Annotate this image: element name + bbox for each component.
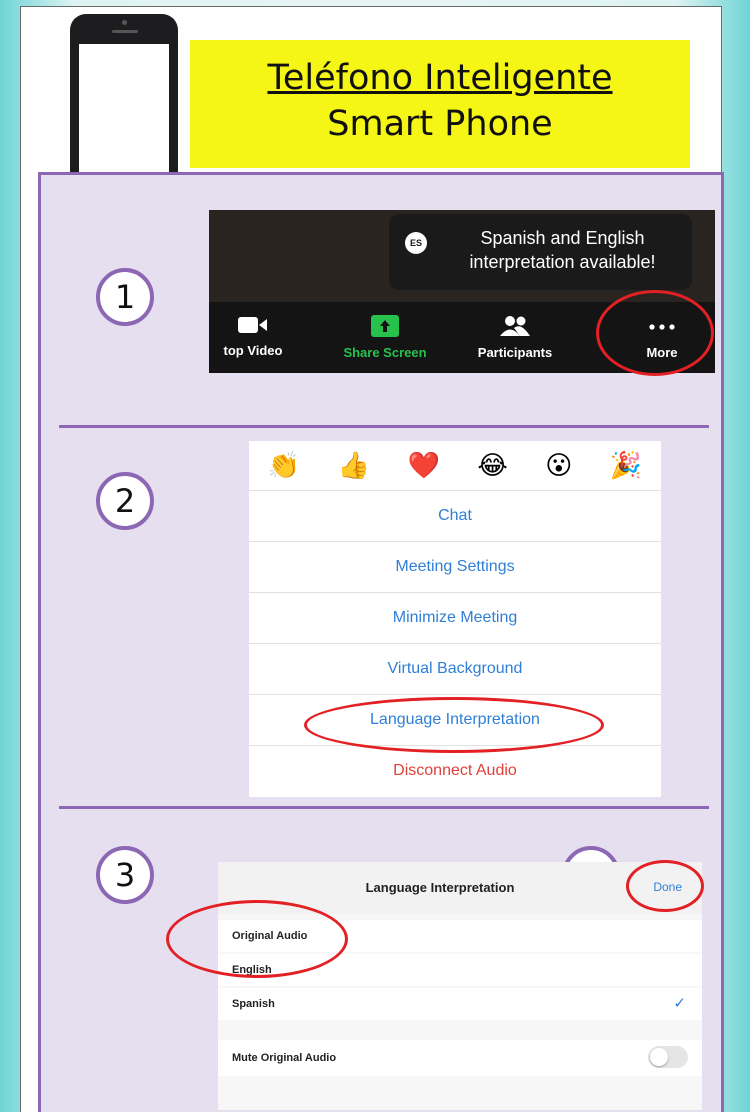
option-spanish[interactable]: Spanish ✓ [218, 988, 702, 1020]
participants-icon [500, 316, 530, 336]
stop-video-label: top Video [223, 343, 283, 358]
share-screen-icon [371, 315, 399, 337]
menu-item-meeting-settings[interactable]: Meeting Settings [249, 541, 661, 592]
menu-item-chat[interactable]: Chat [249, 490, 661, 541]
share-screen-label: Share Screen [343, 345, 427, 360]
stop-video-button[interactable]: top Video [209, 315, 301, 371]
step-number-3: 3 [96, 846, 154, 904]
menu-item-minimize-meeting[interactable]: Minimize Meeting [249, 592, 661, 643]
title-english: Smart Phone [327, 104, 553, 144]
spanish-label: Spanish [232, 998, 275, 1010]
participants-label: Participants [477, 345, 553, 360]
checkmark-icon: ✓ [673, 995, 686, 1012]
title-box: Teléfono Inteligente Smart Phone [190, 40, 690, 168]
clap-reaction-icon[interactable]: 👏 [268, 450, 300, 481]
divider-2 [59, 806, 709, 809]
share-screen-button[interactable]: Share Screen [323, 315, 447, 371]
tooltip-line-2: interpretation available! [469, 252, 656, 272]
participants-button[interactable]: Participants [463, 315, 567, 371]
phone-camera [122, 20, 127, 25]
language-interpretation-screenshot: Language Interpretation Done Original Au… [218, 862, 702, 1110]
mute-original-audio-row: Mute Original Audio [218, 1040, 702, 1076]
step-number-1: 1 [96, 268, 154, 326]
mute-original-audio-toggle[interactable] [648, 1046, 688, 1068]
video-camera-icon [238, 317, 267, 333]
laugh-reaction-icon[interactable]: 😂 [477, 450, 507, 481]
divider-1 [59, 425, 709, 428]
thumbs-up-reaction-icon[interactable]: 👍 [338, 450, 370, 481]
more-highlight-ring [596, 290, 714, 376]
done-highlight-ring [626, 860, 704, 912]
phone-speaker [112, 30, 138, 33]
mute-original-audio-label: Mute Original Audio [232, 1052, 337, 1064]
heart-reaction-icon[interactable]: ❤️ [408, 450, 440, 481]
reaction-row: 👏 👍 ❤️ 😂 😮 🎉 [249, 441, 661, 490]
step-number-2: 2 [96, 472, 154, 530]
surprised-reaction-icon[interactable]: 😮 [545, 450, 572, 481]
menu-item-virtual-background[interactable]: Virtual Background [249, 643, 661, 694]
interpretation-tooltip: ES Spanish and English interpretation av… [389, 214, 692, 290]
tooltip-line-1: Spanish and English [480, 228, 645, 248]
language-options-ring [166, 900, 348, 978]
celebrate-reaction-icon[interactable]: 🎉 [610, 450, 642, 481]
title-spanish: Teléfono Inteligente [267, 58, 613, 98]
language-interpretation-ring [304, 697, 604, 753]
phone-screen [79, 44, 169, 172]
es-badge-icon: ES [405, 232, 427, 254]
